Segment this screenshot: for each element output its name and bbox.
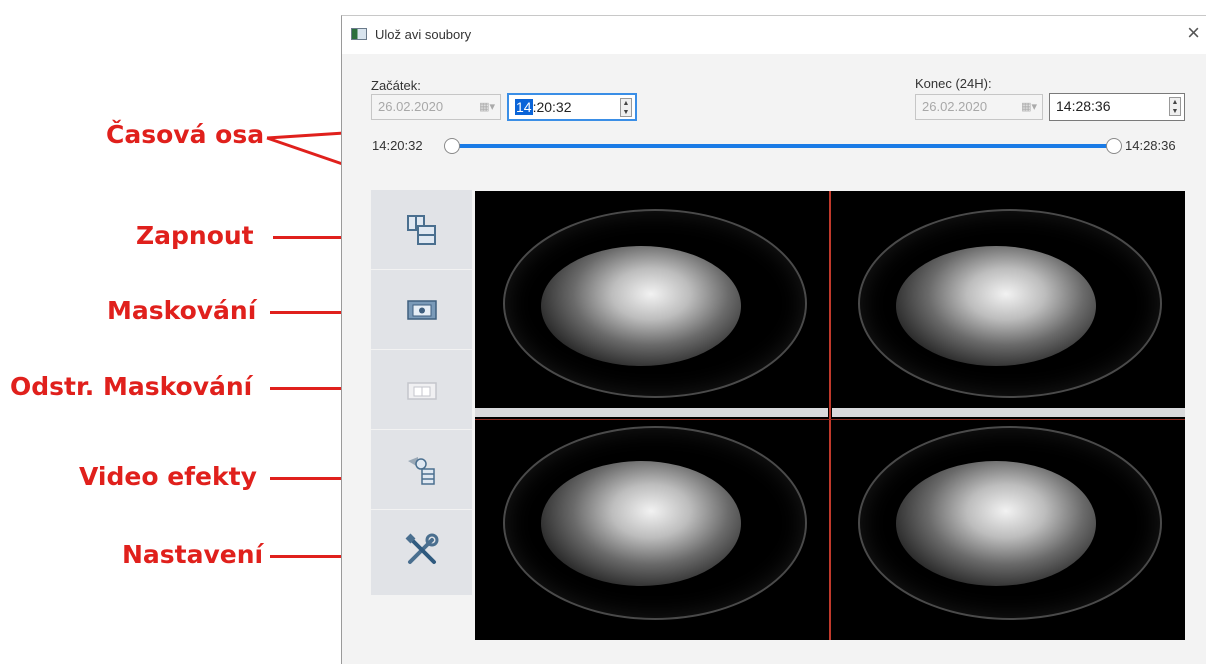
fisheye-image bbox=[896, 461, 1096, 586]
annotation-timeline: Časová osa bbox=[106, 120, 265, 149]
fisheye-image bbox=[541, 461, 741, 586]
app-icon bbox=[351, 28, 367, 40]
timeline-start-thumb[interactable] bbox=[444, 138, 460, 154]
timeline-slider-track[interactable] bbox=[452, 144, 1112, 148]
start-time-hour[interactable]: 14 bbox=[515, 99, 533, 115]
mask-button[interactable] bbox=[371, 270, 472, 350]
video-effects-button[interactable] bbox=[371, 430, 472, 510]
end-time-input[interactable]: 14:28:36 ▲ ▼ bbox=[1049, 93, 1185, 121]
settings-button[interactable] bbox=[371, 510, 472, 590]
camera-view-2[interactable] bbox=[832, 191, 1185, 413]
start-time-input[interactable]: 14:20:32 ▲ ▼ bbox=[507, 93, 637, 121]
slider-end-value: 14:28:36 bbox=[1125, 138, 1176, 153]
zoom-button[interactable] bbox=[371, 190, 472, 270]
start-date-value: 26.02.2020 bbox=[378, 99, 444, 114]
side-toolbar bbox=[371, 190, 472, 595]
timeline-end-thumb[interactable] bbox=[1106, 138, 1122, 154]
end-time-spinner[interactable]: ▲ ▼ bbox=[1169, 97, 1181, 116]
annotation-zoom: Zapnout bbox=[136, 221, 254, 250]
calendar-dropdown-icon: ▦▾ bbox=[479, 101, 495, 113]
annotation-mask: Maskování bbox=[107, 296, 257, 325]
annotation-video-effects: Video efekty bbox=[79, 462, 257, 491]
annotation-settings: Nastavení bbox=[122, 540, 264, 569]
start-label: Začátek: bbox=[371, 78, 421, 93]
tools-icon bbox=[405, 533, 438, 564]
slider-start-value: 14:20:32 bbox=[372, 138, 423, 153]
camera-status-bar bbox=[475, 408, 828, 417]
start-time-spinner[interactable]: ▲ ▼ bbox=[620, 98, 632, 117]
video-preview-grid[interactable] bbox=[475, 191, 1185, 640]
zoom-layout-icon bbox=[406, 214, 436, 245]
calendar-dropdown-icon: ▦▾ bbox=[1021, 101, 1037, 113]
end-date-value: 26.02.2020 bbox=[922, 99, 988, 114]
dialog-title: Ulož avi soubory bbox=[375, 27, 472, 42]
start-date-picker[interactable]: 26.02.2020 ▦▾ bbox=[371, 94, 501, 120]
camera-view-3[interactable] bbox=[475, 421, 828, 640]
fisheye-image bbox=[541, 246, 741, 366]
title-bar: Ulož avi soubory × bbox=[342, 16, 1206, 54]
grid-divider-vertical bbox=[829, 191, 831, 640]
video-effects-icon bbox=[407, 456, 435, 485]
fisheye-image bbox=[896, 246, 1096, 366]
camera-view-1[interactable] bbox=[475, 191, 828, 413]
unmask-button[interactable] bbox=[371, 350, 472, 430]
start-time-rest: :20:32 bbox=[532, 99, 572, 115]
end-time-value: 14:28:36 bbox=[1056, 98, 1111, 114]
annotation-unmask: Odstr. Maskování bbox=[10, 372, 253, 401]
camera-status-bar bbox=[832, 408, 1185, 417]
camera-view-4[interactable] bbox=[832, 421, 1185, 640]
mask-icon bbox=[406, 299, 437, 320]
grid-divider-horizontal bbox=[475, 419, 1185, 420]
end-label: Konec (24H): bbox=[915, 76, 992, 91]
close-button[interactable]: × bbox=[1187, 20, 1200, 46]
unmask-icon bbox=[406, 381, 437, 400]
end-date-picker[interactable]: 26.02.2020 ▦▾ bbox=[915, 94, 1043, 120]
